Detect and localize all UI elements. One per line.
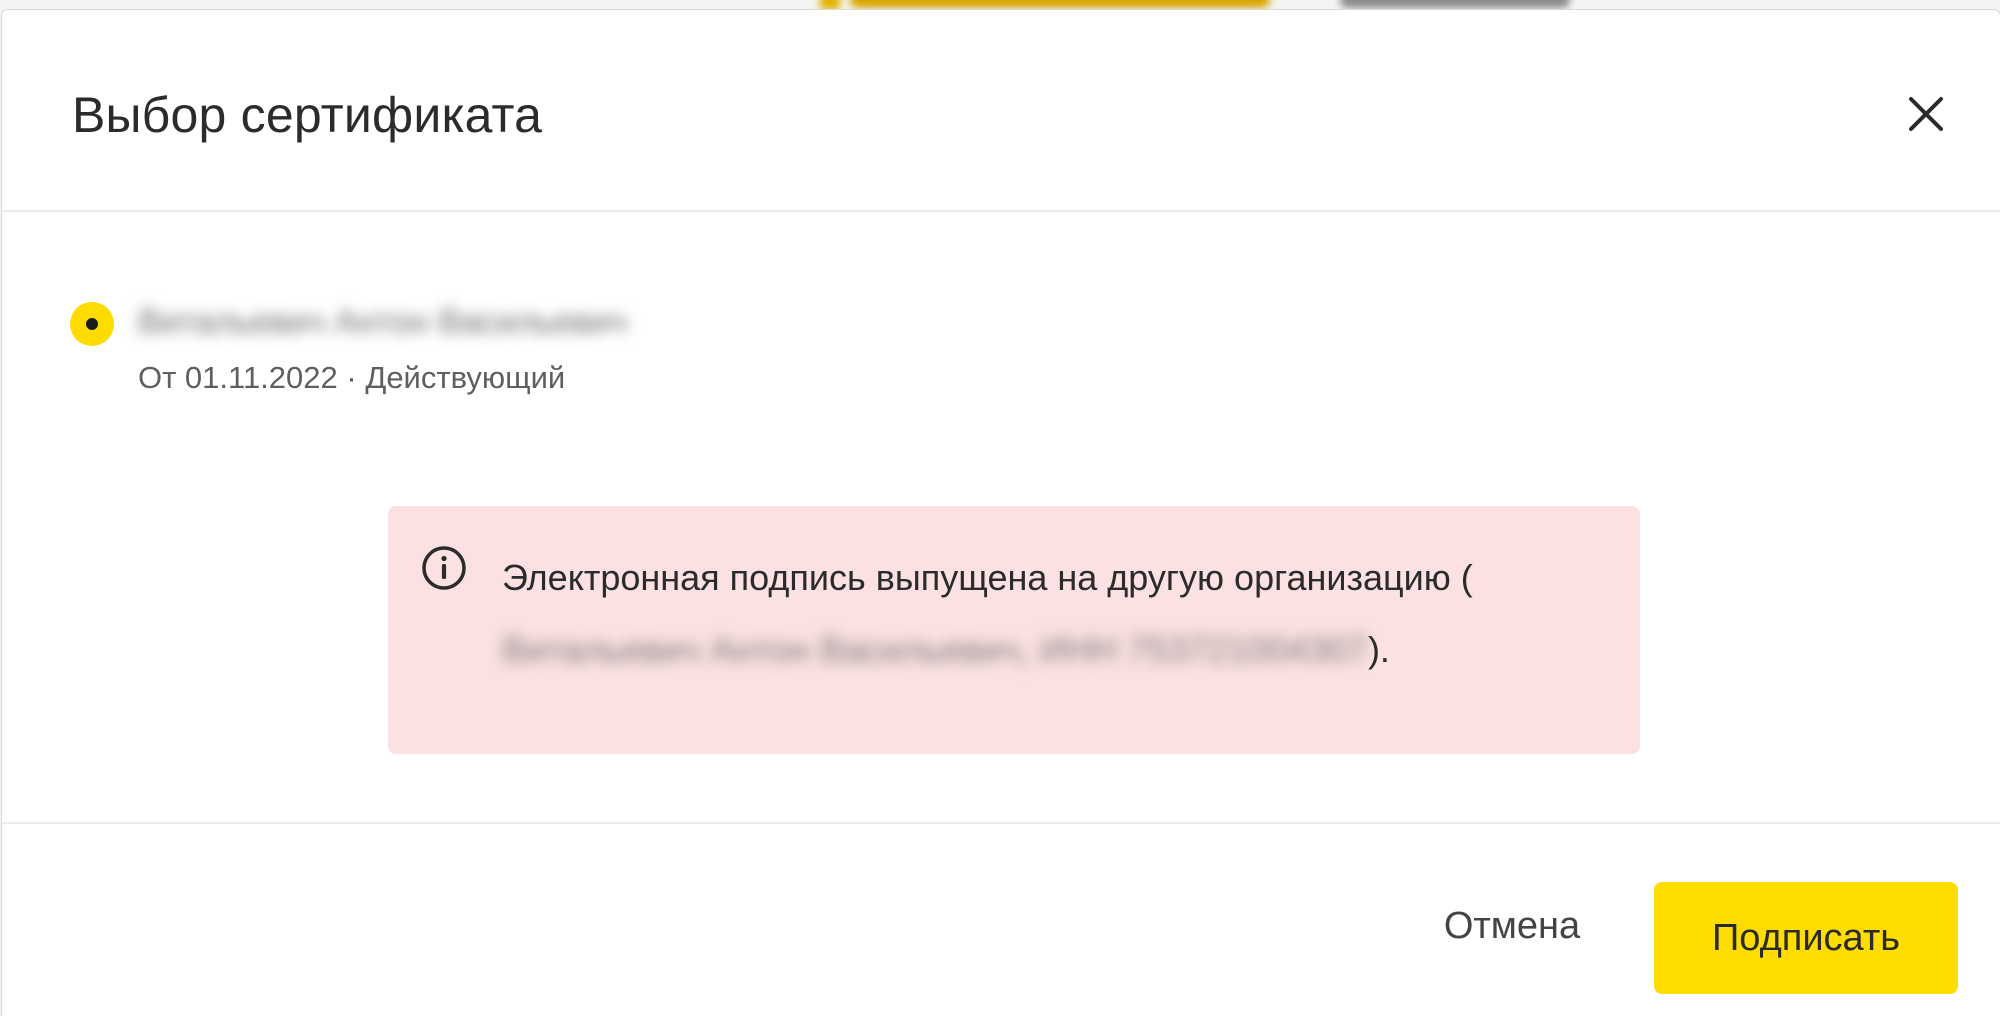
alert-message-start: Электронная подпись выпущена на другую о… <box>502 557 1473 598</box>
alert-message: Электронная подпись выпущена на другую о… <box>502 542 1562 686</box>
certificate-selection-dialog: Выбор сертификата Витальевич Антон Васил… <box>2 10 2000 1016</box>
close-icon <box>1909 97 1943 131</box>
info-circle-icon <box>422 546 466 590</box>
dialog-footer: Отмена Подписать <box>2 822 2000 1016</box>
radio-selected-dot <box>86 318 98 330</box>
dialog-header: Выбор сертификата <box>2 10 2000 212</box>
sign-button[interactable]: Подписать <box>1654 882 1958 994</box>
alert-redacted-organization: Витальевич Антон Васильевич, ИНН 7537210… <box>502 629 1368 670</box>
certificate-owner-name: Витальевич Антон Васильевич <box>138 303 628 341</box>
certificate-radio[interactable] <box>70 302 114 346</box>
alert-message-end: ). <box>1367 629 1390 670</box>
dialog-title: Выбор сертификата <box>72 87 543 143</box>
page: Выбор сертификата Витальевич Антон Васил… <box>0 0 2000 1016</box>
certificate-meta: От 01.11.2022 · Действующий <box>138 360 566 395</box>
error-alert: Электронная подпись выпущена на другую о… <box>388 506 1640 754</box>
certificate-option[interactable]: Витальевич Антон Васильевич От 01.11.202… <box>68 292 768 402</box>
cancel-button[interactable]: Отмена <box>1412 872 1612 980</box>
close-button[interactable] <box>1896 84 1956 144</box>
